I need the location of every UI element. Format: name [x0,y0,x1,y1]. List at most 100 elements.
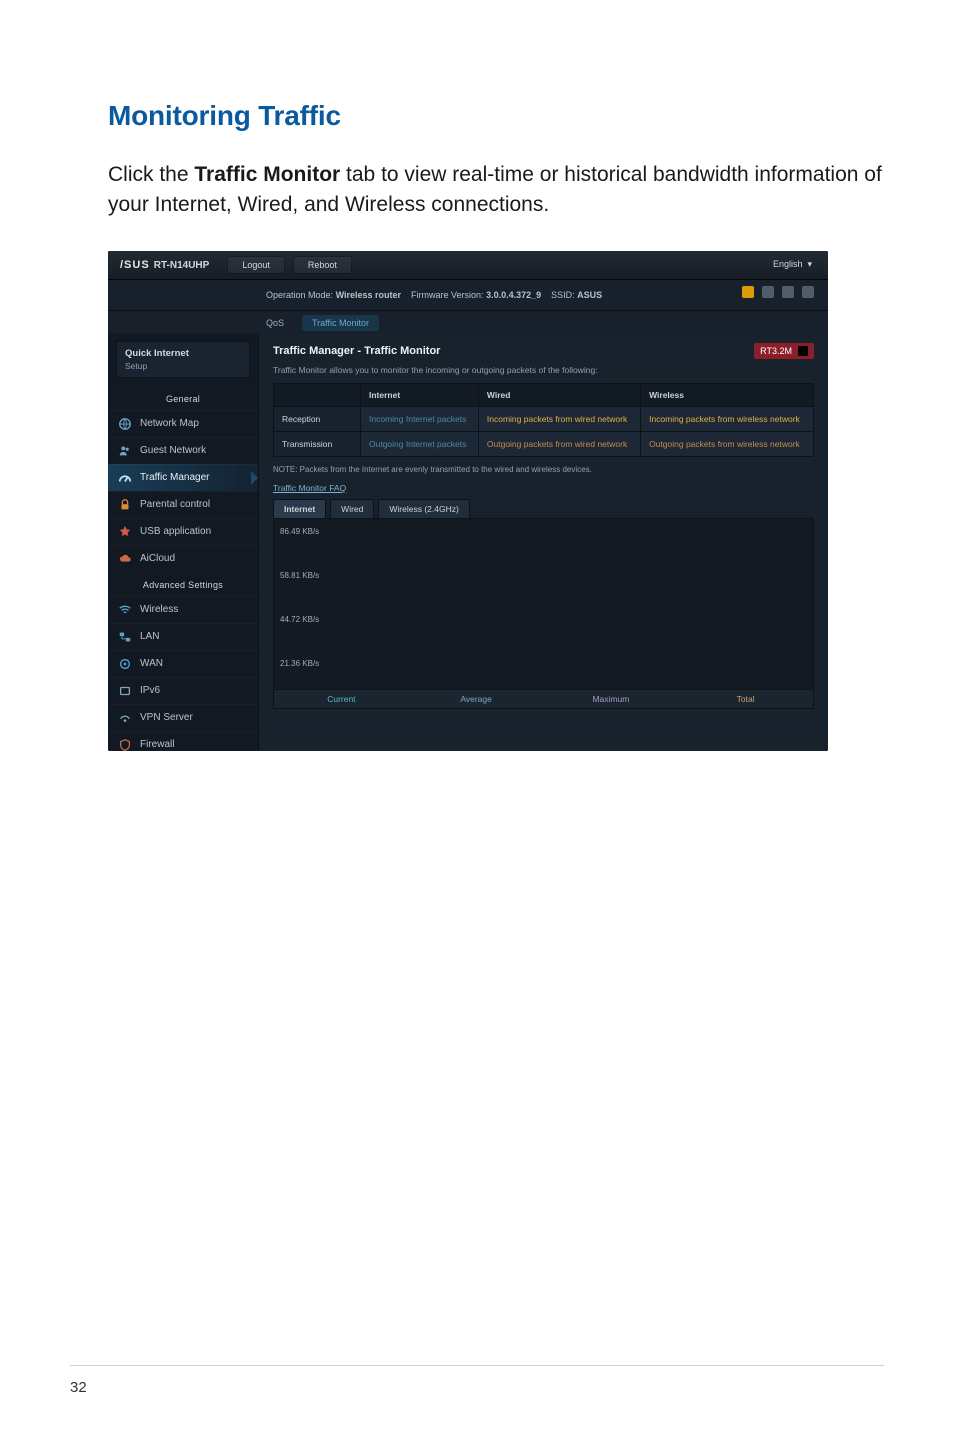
footer-average: Average [409,690,544,708]
traffic-source-table: Internet Wired Wireless Reception Incomi… [273,383,814,457]
reboot-button[interactable]: Reboot [293,256,352,274]
lan-icon [118,630,132,644]
sidebar-item-label: Wireless [140,604,178,615]
sidebar-item-label: AiCloud [140,553,175,564]
sidebar-item-parental-control[interactable]: Parental control [108,491,258,518]
cell-link[interactable]: Incoming packets from wireless network [641,406,814,431]
client-icon[interactable] [802,286,814,298]
traffic-monitor-tab[interactable]: Traffic Monitor [302,315,379,331]
sidebar-advanced-header: Advanced Settings [108,572,258,596]
shield-icon [118,738,132,751]
ssid: SSID: ASUS [551,290,602,300]
section-heading: Monitoring Traffic [108,100,884,132]
lead-pre: Click the [108,163,194,186]
sidebar-item-label: USB application [140,526,211,537]
ssid-value: ASUS [577,290,602,300]
page-number: 32 [70,1379,87,1396]
th-internet: Internet [361,383,479,406]
sidebar-item-label: Firewall [140,739,174,750]
window-topbar: /SUS RT-N14UHP Logout Reboot English ▾ [108,251,828,280]
lead-bold: Traffic Monitor [194,163,340,186]
wifi-icon[interactable] [762,286,774,298]
sidebar-general-header: General [108,386,258,410]
fw-value: 3.0.0.4.372_9 [486,290,541,300]
sidebar-item-ipv6[interactable]: IPv6 [108,677,258,704]
op-mode-label: Operation Mode: [266,290,333,300]
wifi-nav-icon [118,603,132,617]
chart-footer: Current Average Maximum Total [273,690,814,709]
usb-icon[interactable] [742,286,754,298]
language-selector[interactable]: English ▾ [773,259,828,270]
fw-label: Firmware Version: [411,290,484,300]
table-row: Reception Incoming Internet packets Inco… [274,406,814,431]
qos-tab[interactable]: QoS [266,315,294,331]
ytick: 21.36 KB/s [280,659,319,668]
sidebar-item-lan[interactable]: LAN [108,623,258,650]
table-row: Transmission Outgoing Internet packets O… [274,431,814,456]
cell-link[interactable]: Incoming Internet packets [361,406,479,431]
chart-tabs: Internet Wired Wireless (2.4GHz) [273,499,814,518]
sidebar-item-label: Network Map [140,418,199,429]
cell-link[interactable]: Outgoing packets from wireless network [641,431,814,456]
sidebar-item-label: Parental control [140,499,210,510]
op-mode-value: Wireless router [336,290,401,300]
lock-icon [118,498,132,512]
traffic-chart: 86.49 KB/s 58.81 KB/s 44.72 KB/s 21.36 K… [273,518,814,690]
qis-line1: Quick Internet [125,348,241,359]
quick-internet-setup[interactable]: Quick Internet Setup [116,341,250,378]
row-head-transmission: Transmission [274,431,361,456]
sidebar-item-label: LAN [140,631,159,642]
main-panel: Traffic Manager - Traffic Monitor RT3.2M… [259,333,828,751]
status-icons [742,286,814,298]
sidebar-item-usb-application[interactable]: USB application [108,518,258,545]
sidebar: Quick Internet Setup General Network Map… [108,333,259,751]
chart-tab-internet[interactable]: Internet [273,499,326,518]
sidebar-item-label: Traffic Manager [140,472,209,483]
th-wired: Wired [478,383,640,406]
sidebar-item-traffic-manager[interactable]: Traffic Manager [108,464,258,491]
brand-text: /SUS [120,259,150,271]
logout-button[interactable]: Logout [227,256,285,274]
lead-paragraph: Click the Traffic Monitor tab to view re… [108,160,884,221]
th-blank [274,383,361,406]
sidebar-item-network-map[interactable]: Network Map [108,410,258,437]
footer-maximum: Maximum [544,690,679,708]
sidebar-item-guest-network[interactable]: Guest Network [108,437,258,464]
dropdown-square-icon [798,346,808,356]
chart-tab-wired[interactable]: Wired [330,499,374,518]
sidebar-item-label: IPv6 [140,685,160,696]
ytick: 58.81 KB/s [280,571,319,580]
footer-current: Current [274,690,409,708]
ipv6-icon [118,684,132,698]
cell-link[interactable]: Outgoing Internet packets [361,431,479,456]
ytick: 44.72 KB/s [280,615,319,624]
language-label: English [773,259,803,269]
faq-link[interactable]: Traffic Monitor FAQ [273,483,346,493]
th-wireless: Wireless [641,383,814,406]
refresh-badge[interactable]: RT3.2M [754,343,814,359]
fw-version: Firmware Version: 3.0.0.4.372_9 [411,290,541,300]
sidebar-item-label: Guest Network [140,445,206,456]
refresh-label: RT3.2M [760,346,792,356]
sidebar-item-label: VPN Server [140,712,193,723]
cell-link[interactable]: Incoming packets from wired network [478,406,640,431]
screenshot-body: Quick Internet Setup General Network Map… [108,333,828,751]
chart-tab-wireless[interactable]: Wireless (2.4GHz) [378,499,469,518]
sidebar-item-wan[interactable]: WAN [108,650,258,677]
page-footer-rule [70,1365,884,1366]
cloud-icon [118,552,132,566]
cell-link[interactable]: Outgoing packets from wired network [478,431,640,456]
sidebar-item-wireless[interactable]: Wireless [108,596,258,623]
sidebar-item-firewall[interactable]: Firewall [108,731,258,751]
sidebar-item-aicloud[interactable]: AiCloud [108,545,258,572]
brand-model: RT-N14UHP [154,260,210,271]
star-icon [118,525,132,539]
footer-total: Total [678,690,813,708]
row-head-reception: Reception [274,406,361,431]
vpn-icon [118,711,132,725]
panel-note: NOTE: Packets from the Internet are even… [273,465,814,474]
signal-icon[interactable] [782,286,794,298]
sidebar-item-vpn-server[interactable]: VPN Server [108,704,258,731]
router-admin-screenshot: /SUS RT-N14UHP Logout Reboot English ▾ O… [108,251,828,751]
panel-subtitle: Traffic Monitor allows you to monitor th… [273,365,814,375]
